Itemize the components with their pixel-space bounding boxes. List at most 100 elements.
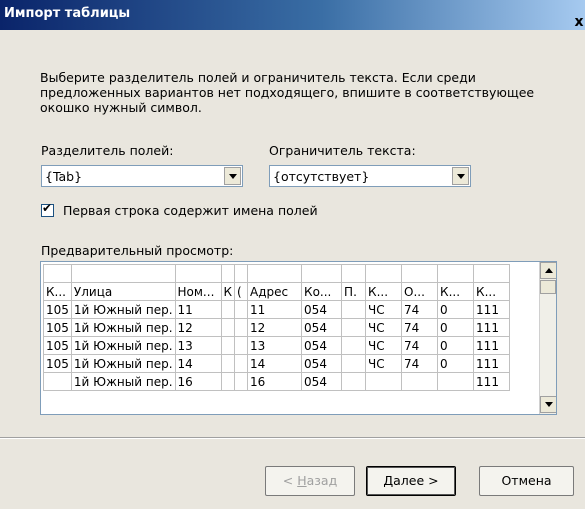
table-cell: 14 [174,354,222,373]
table-cell [220,336,236,355]
table-cell [220,318,236,337]
field-delimiter-select[interactable]: {Tab} [41,165,243,187]
table-cell [43,372,72,391]
preview-blank-row [43,264,511,283]
header-cell: К... [365,282,403,301]
table-cell: 054 [301,372,343,391]
table-cell: 0 [437,336,475,355]
table-row: 105 1й Южный пер. 14 14 054 ЧС 74 0 111 [43,354,511,373]
preview-table: К... Улица Ном... К ( Адрес Ко... П. К..… [43,264,511,391]
table-cell [234,354,249,373]
chevron-down-icon[interactable] [452,167,469,185]
table-cell: ЧС [365,354,403,373]
table-cell: 111 [473,372,511,391]
field-delimiter-label: Разделитель полей: [41,143,174,158]
table-cell [365,372,403,391]
back-label: азад [306,473,338,488]
table-cell: 13 [247,336,303,355]
first-row-names-checkbox[interactable] [41,201,54,217]
table-cell: 111 [473,354,511,373]
chevron-down-icon[interactable] [224,167,241,185]
table-cell: 1й Южный пер. [70,354,176,373]
back-prefix: < [282,473,298,488]
table-cell: 1й Южный пер. [70,336,176,355]
preview-label: Предварительный просмотр: [41,243,234,258]
table-cell: 11 [247,300,303,319]
table-row: 105 1й Южный пер. 12 12 054 ЧС 74 0 111 [43,318,511,337]
window-title: Импорт таблицы [4,6,131,21]
header-cell: Адрес [247,282,303,301]
table-cell [234,336,249,355]
title-bar: Импорт таблицы x [0,0,585,30]
table-cell [234,300,249,319]
cancel-button[interactable]: Отмена [479,466,574,496]
header-cell: Улица [70,282,176,301]
preview-grid[interactable]: К... Улица Ном... К ( Адрес Ко... П. К..… [40,261,557,415]
scroll-up-icon[interactable] [540,262,556,279]
table-cell: 105 [43,318,72,337]
table-row: 1й Южный пер. 16 16 054 111 [43,372,511,391]
header-cell: К... [437,282,475,301]
header-cell: П. [341,282,367,301]
table-cell: 111 [473,336,511,355]
table-cell: 12 [174,318,222,337]
table-cell: 054 [301,354,343,373]
table-cell: ЧС [365,336,403,355]
table-cell: 054 [301,336,343,355]
table-cell: 0 [437,318,475,337]
close-button[interactable]: x [569,14,585,32]
table-cell: ЧС [365,318,403,337]
table-row: 105 1й Южный пер. 13 13 054 ЧС 74 0 111 [43,336,511,355]
next-button[interactable]: Далее > [366,466,456,496]
table-cell: 111 [473,300,511,319]
table-cell [220,300,236,319]
table-cell: 11 [174,300,222,319]
table-cell [220,372,236,391]
text-qualifier-label: Ограничитель текста: [269,143,416,158]
table-cell: 74 [401,354,439,373]
table-cell: 13 [174,336,222,355]
table-cell [234,318,249,337]
table-cell: 16 [247,372,303,391]
table-cell: 1й Южный пер. [70,300,176,319]
text-qualifier-select[interactable]: {отсутствует} [269,165,471,187]
header-cell: Ном... [174,282,222,301]
table-cell [341,354,367,373]
table-cell: 74 [401,318,439,337]
back-button[interactable]: < Назад [265,466,355,496]
table-cell: 16 [174,372,222,391]
table-cell: 1й Южный пер. [70,318,176,337]
first-row-names-label[interactable]: Первая строка содержит имена полей [63,203,318,218]
table-cell: ЧС [365,300,403,319]
back-accesskey: Н [297,473,307,488]
table-cell [341,300,367,319]
next-accesskey: Д [383,473,394,488]
table-cell: 054 [301,318,343,337]
header-cell: К [220,282,236,301]
scroll-thumb[interactable] [540,280,556,294]
table-cell [220,354,236,373]
instructions-text: Выберите разделитель полей и ограничител… [40,70,535,115]
table-cell [401,372,439,391]
header-cell: О... [401,282,439,301]
table-cell: 0 [437,354,475,373]
table-cell: 0 [437,300,475,319]
divider [0,437,585,439]
scroll-down-icon[interactable] [540,396,556,413]
table-cell [341,372,367,391]
table-cell [234,372,249,391]
table-row: 105 1й Южный пер. 11 11 054 ЧС 74 0 111 [43,300,511,319]
table-cell: 74 [401,336,439,355]
next-label: алее > [393,473,439,488]
vertical-scrollbar[interactable] [539,262,556,414]
import-table-dialog: Импорт таблицы x Выберите разделитель по… [0,0,585,509]
table-cell: 054 [301,300,343,319]
header-cell: ( [234,282,249,301]
table-cell: 74 [401,300,439,319]
table-cell: 105 [43,300,72,319]
header-cell: К... [473,282,511,301]
table-cell: 12 [247,318,303,337]
header-cell: К... [43,282,72,301]
table-cell: 111 [473,318,511,337]
table-cell: 1й Южный пер. [70,372,176,391]
